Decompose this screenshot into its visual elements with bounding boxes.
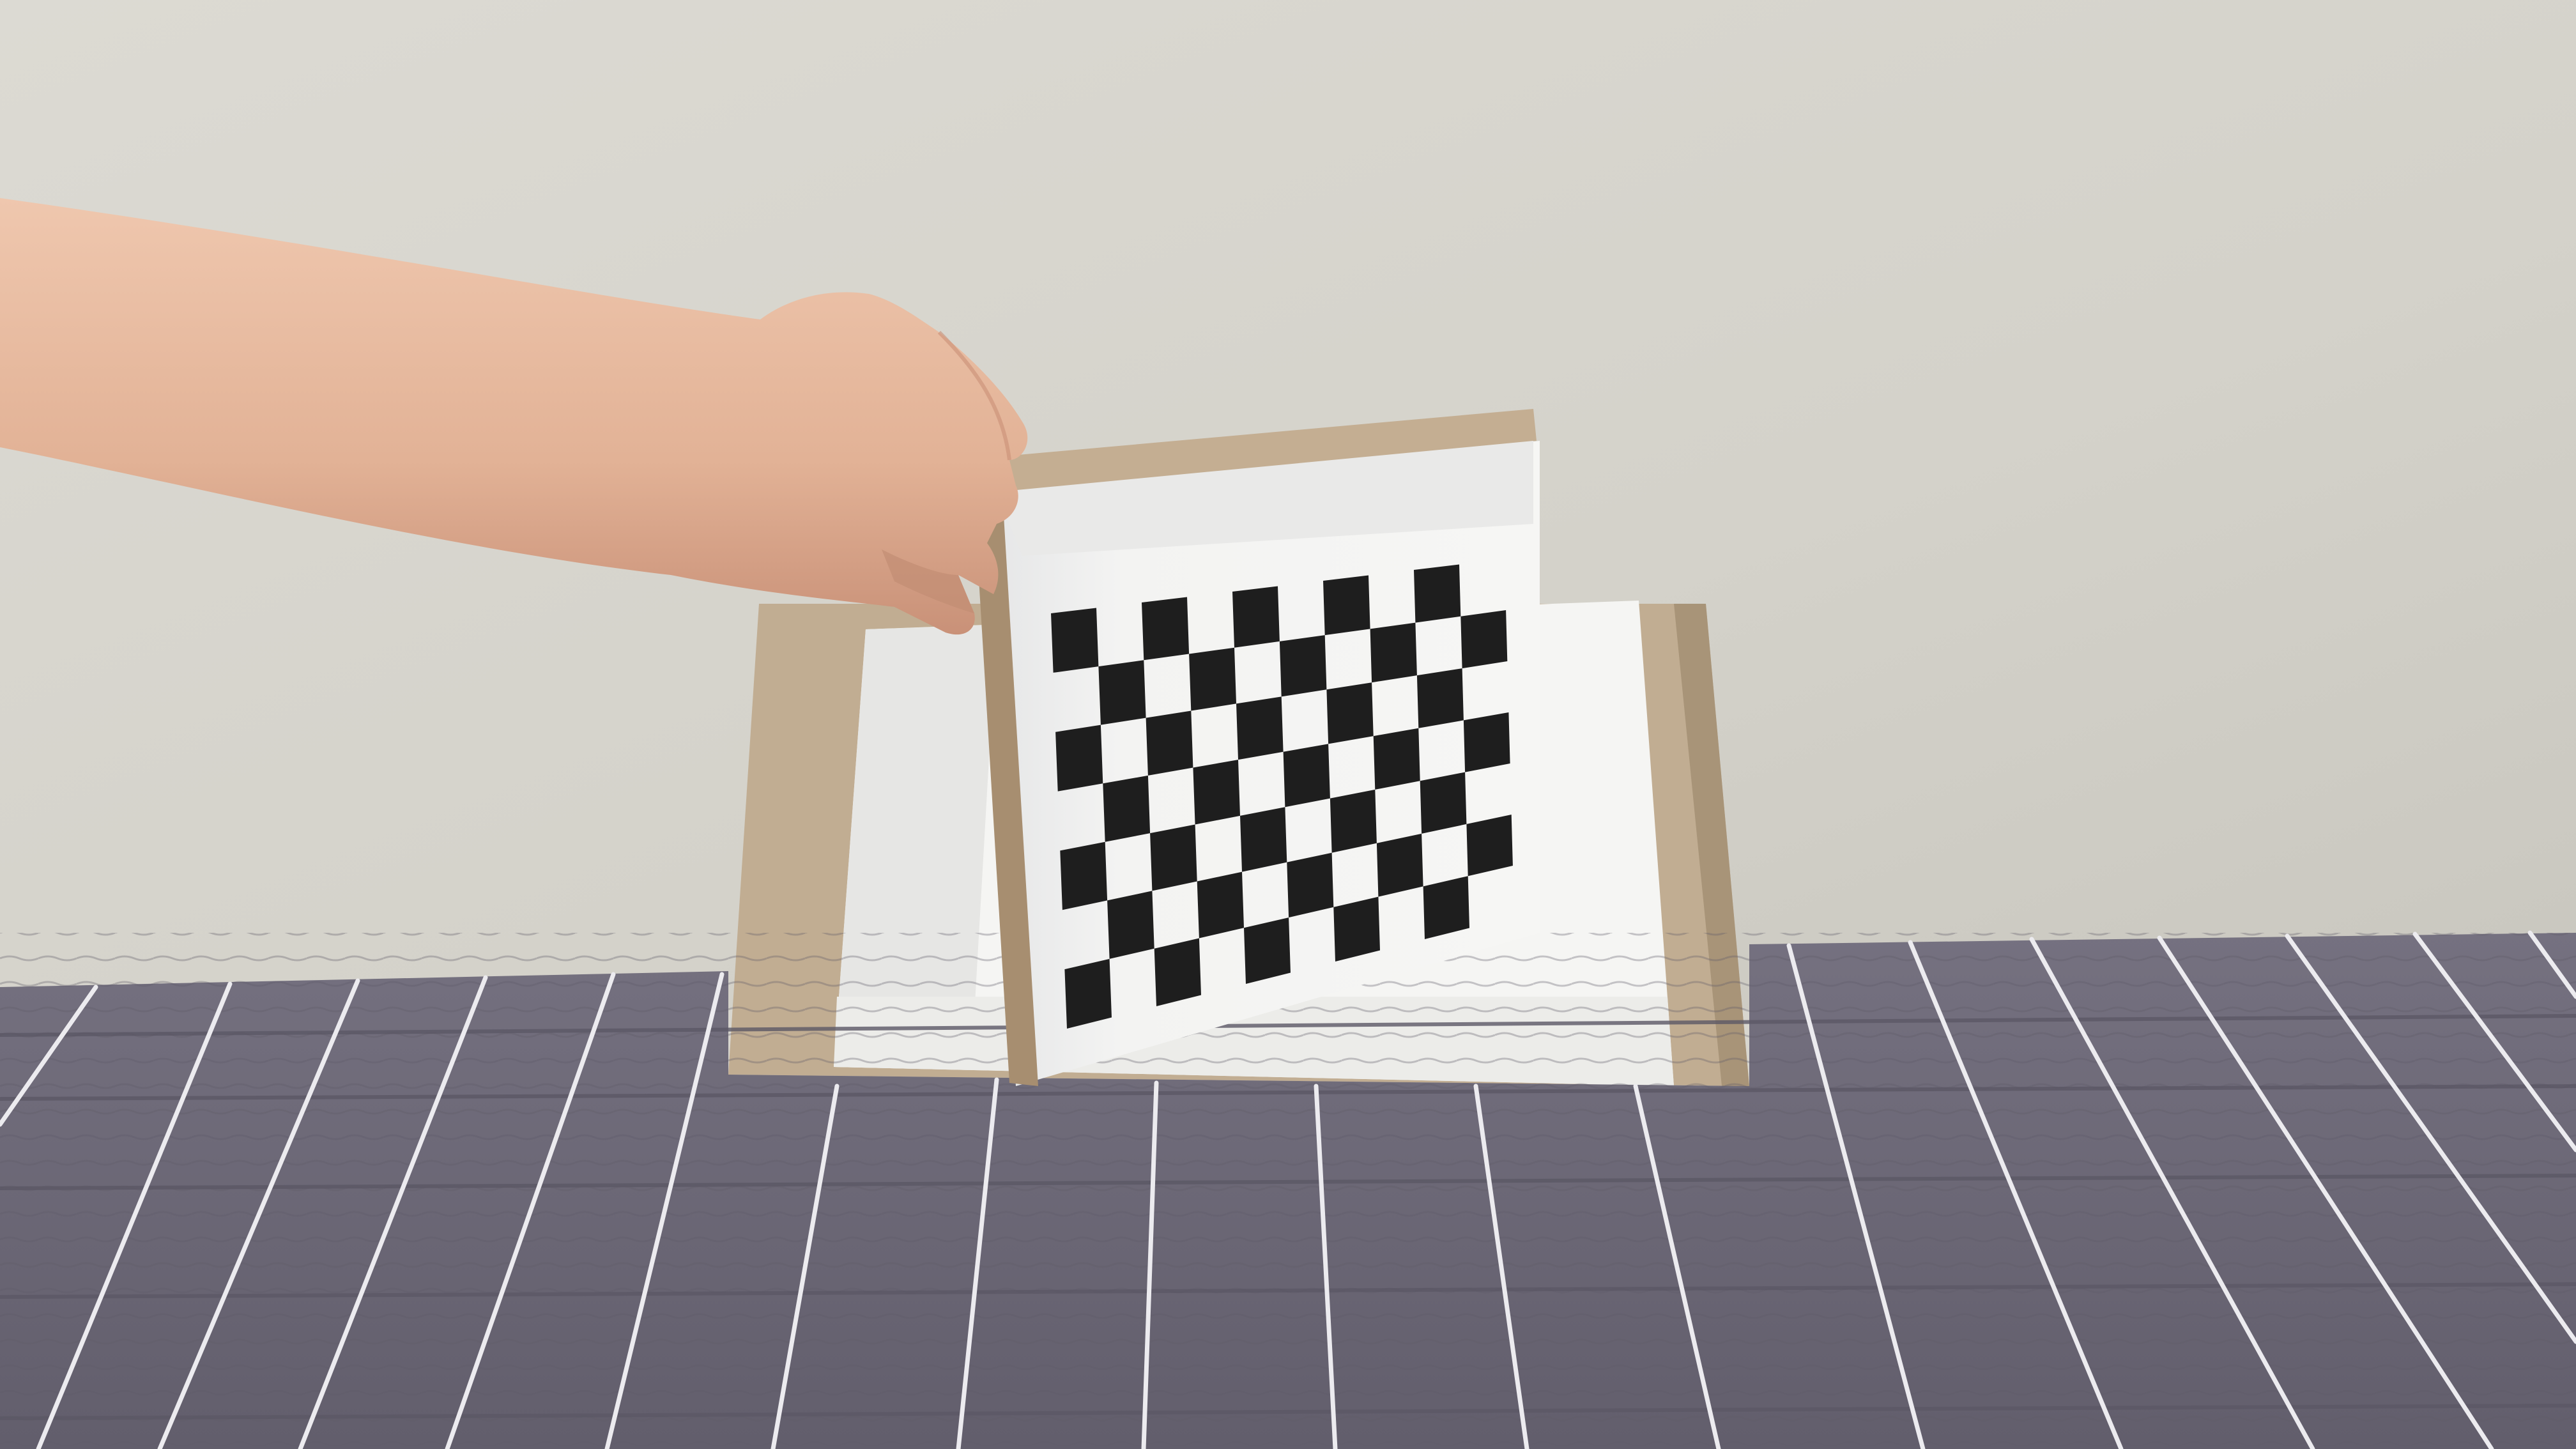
- checker-square: [1287, 852, 1334, 918]
- checker-square: [1376, 833, 1423, 897]
- checker-square: [1064, 958, 1112, 1029]
- checker-square: [1193, 760, 1240, 825]
- checker-square: [1244, 917, 1291, 984]
- checker-square: [1416, 668, 1464, 728]
- checker-square: [1142, 597, 1190, 661]
- checker-square: [1283, 744, 1330, 808]
- checker-square: [1189, 647, 1236, 711]
- checker-square: [1333, 896, 1380, 962]
- checker-square: [1150, 824, 1197, 891]
- quilt-texture: [0, 933, 2576, 1449]
- photo-scene: [0, 0, 2576, 1449]
- checker-square: [1279, 635, 1327, 697]
- checker-square: [1460, 610, 1508, 669]
- checker-square: [1051, 608, 1099, 673]
- checker-square: [1055, 724, 1103, 792]
- checker-square: [1107, 891, 1154, 959]
- checker-square: [1197, 871, 1244, 939]
- checker-square: [1060, 841, 1108, 910]
- checker-square: [1414, 564, 1461, 623]
- checker-square: [1232, 586, 1280, 648]
- checker-square: [1154, 938, 1201, 1006]
- checker-square: [1420, 772, 1467, 834]
- checker-square: [1236, 696, 1284, 760]
- checker-square: [1146, 710, 1193, 776]
- checker-square: [1466, 815, 1513, 877]
- checker-square: [1103, 775, 1151, 842]
- checker-square: [1323, 575, 1370, 636]
- checker-square: [1326, 682, 1374, 744]
- checker-square: [1463, 712, 1510, 772]
- checker-square: [1423, 876, 1469, 939]
- checker-square: [1240, 807, 1287, 872]
- checker-square: [1330, 789, 1377, 853]
- checker-square: [1370, 622, 1417, 683]
- checker-square: [1373, 728, 1420, 790]
- checker-square: [1098, 660, 1146, 725]
